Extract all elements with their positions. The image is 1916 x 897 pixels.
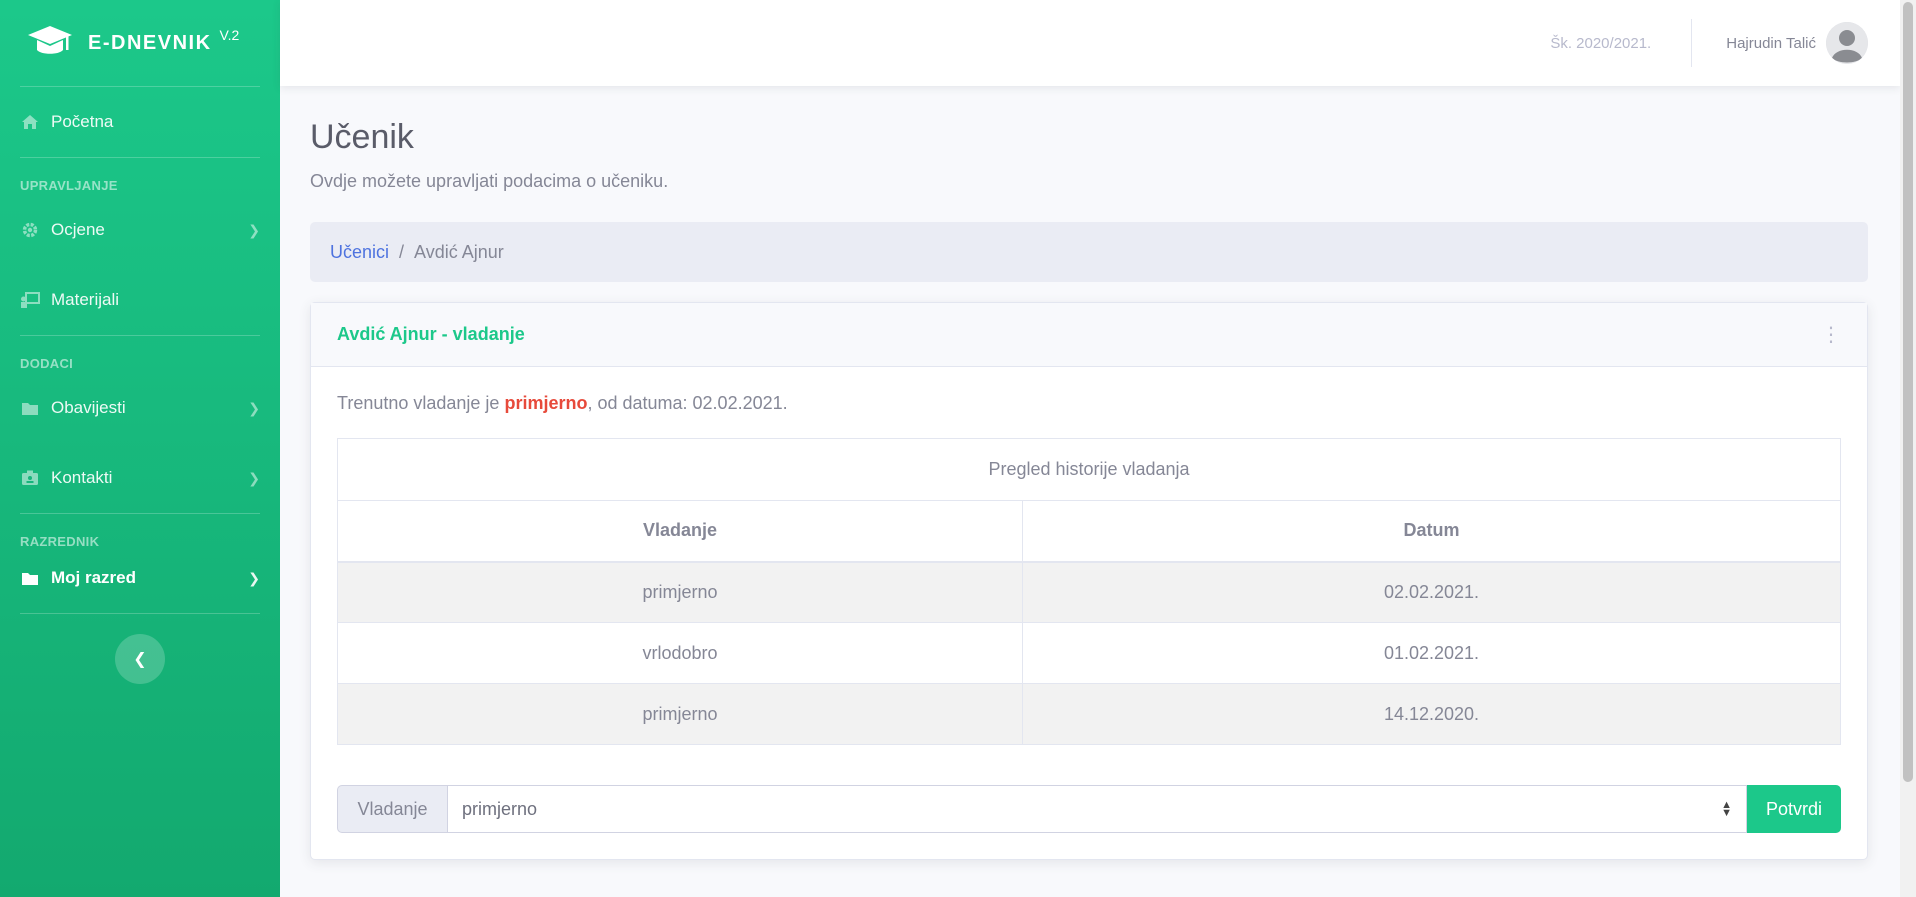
brand-version: V.2 [219, 27, 240, 43]
current-behaviour-value: primjerno [504, 393, 588, 413]
table-row: vrlodobro 01.02.2021. [337, 622, 1841, 684]
table-caption: Pregled historije vladanja [337, 438, 1841, 500]
table-row: primjerno 14.12.2020. [337, 683, 1841, 745]
sidebar-item-materials[interactable]: Materijali [0, 265, 280, 335]
chevron-right-icon: ❯ [248, 469, 260, 486]
submit-button[interactable]: Potvrdi [1747, 785, 1841, 833]
select-arrows-icon: ▲ ▼ [1721, 799, 1732, 819]
cell-behaviour: primjerno [337, 683, 1023, 745]
cell-behaviour: vrlodobro [337, 622, 1023, 684]
brand-name: E-DNEVNIK [88, 31, 212, 54]
current-suffix: , od datuma: 02.02.2021. [587, 393, 788, 413]
sidebar-toggle-button[interactable]: ❮ [115, 634, 165, 684]
sidebar-item-label: Kontakti [51, 468, 113, 487]
behaviour-select[interactable]: primjerno ▲ ▼ [447, 785, 1747, 833]
avatar[interactable] [1826, 22, 1868, 64]
user-name[interactable]: Hajrudin Talić [1726, 35, 1816, 52]
folder-icon [20, 568, 40, 588]
table-row: primjerno 02.02.2021. [337, 561, 1841, 623]
sidebar-heading-extras: DODACI [20, 356, 74, 371]
main-content: Učenik Ovdje možete upravljati podacima … [310, 86, 1868, 860]
folder-icon [20, 398, 40, 418]
sidebar-item-grades[interactable]: Ocjene ❯ [0, 195, 280, 265]
column-header-behaviour: Vladanje [337, 500, 1023, 563]
sidebar-item-contacts[interactable]: Kontakti ❯ [0, 443, 280, 513]
cell-behaviour: primjerno [337, 561, 1023, 623]
sidebar-heading-manage: UPRAVLJANJE [20, 178, 118, 193]
breadcrumb-current: Avdić Ajnur [414, 241, 504, 262]
behaviour-select-value: primjerno [462, 798, 538, 819]
home-icon [20, 112, 40, 132]
behaviour-card: Avdić Ajnur - vladanje ⋮ Trenutno vladan… [310, 302, 1868, 860]
table-header-row: Vladanje Datum [337, 500, 1841, 563]
page-title: Učenik [310, 118, 414, 156]
sidebar: E-DNEVNIK V.2 Početna UPRAVLJANJE Ocjene… [0, 0, 280, 897]
page-subtitle: Ovdje možete upravljati podacima o učeni… [310, 171, 669, 191]
scrollbar-thumb[interactable] [1903, 2, 1913, 782]
chevron-right-icon: ❯ [248, 221, 260, 238]
breadcrumb-separator: / [399, 241, 405, 262]
id-badge-icon [20, 468, 40, 488]
school-year: Šk. 2020/2021. [1550, 34, 1652, 52]
column-header-date: Datum [1022, 500, 1841, 563]
gear-icon [20, 220, 40, 240]
more-vertical-icon[interactable]: ⋮ [1821, 322, 1841, 347]
graduation-cap-icon [28, 26, 72, 54]
behaviour-form: Vladanje primjerno ▲ ▼ Potvrdi [337, 785, 1841, 833]
sidebar-item-home[interactable]: Početna [0, 87, 280, 157]
behaviour-select-label: Vladanje [337, 785, 447, 833]
brand[interactable]: E-DNEVNIK V.2 [0, 0, 280, 86]
sidebar-item-label: Moj razred [51, 568, 137, 587]
chevron-right-icon: ❯ [248, 399, 260, 416]
sidebar-heading-class: RAZREDNIK [20, 534, 100, 549]
sidebar-item-label: Materijali [51, 290, 120, 309]
current-prefix: Trenutno vladanje je [337, 393, 505, 413]
breadcrumb: Učenici / Avdić Ajnur [310, 222, 1868, 282]
sidebar-item-label: Početna [51, 112, 114, 131]
card-title: Avdić Ajnur - vladanje [337, 324, 525, 344]
cell-date: 01.02.2021. [1022, 622, 1841, 684]
sidebar-item-notifications[interactable]: Obavijesti ❯ [0, 373, 280, 443]
breadcrumb-link-students[interactable]: Učenici [330, 242, 389, 263]
chalkboard-teacher-icon [20, 290, 40, 310]
current-behaviour: Trenutno vladanje je primjerno, od datum… [337, 393, 1841, 414]
page-scrollbar[interactable] [1900, 0, 1916, 897]
topbar-divider [1691, 19, 1693, 67]
cell-date: 14.12.2020. [1022, 683, 1841, 745]
sidebar-item-my-class[interactable]: Moj razred ❯ [0, 551, 280, 605]
sidebar-divider [20, 613, 260, 614]
topbar: Šk. 2020/2021. Hajrudin Talić [280, 0, 1900, 86]
chevron-left-icon: ❮ [133, 651, 147, 668]
behaviour-history-table: Pregled historije vladanja Vladanje Datu… [337, 438, 1841, 745]
cell-date: 02.02.2021. [1022, 561, 1841, 623]
chevron-right-icon: ❯ [248, 569, 260, 586]
user-icon [1826, 22, 1868, 64]
card-header: Avdić Ajnur - vladanje ⋮ [311, 303, 1867, 367]
sidebar-item-label: Ocjene [51, 220, 105, 239]
card-body: Trenutno vladanje je primjerno, od datum… [311, 367, 1867, 859]
sidebar-item-label: Obavijesti [51, 398, 126, 417]
